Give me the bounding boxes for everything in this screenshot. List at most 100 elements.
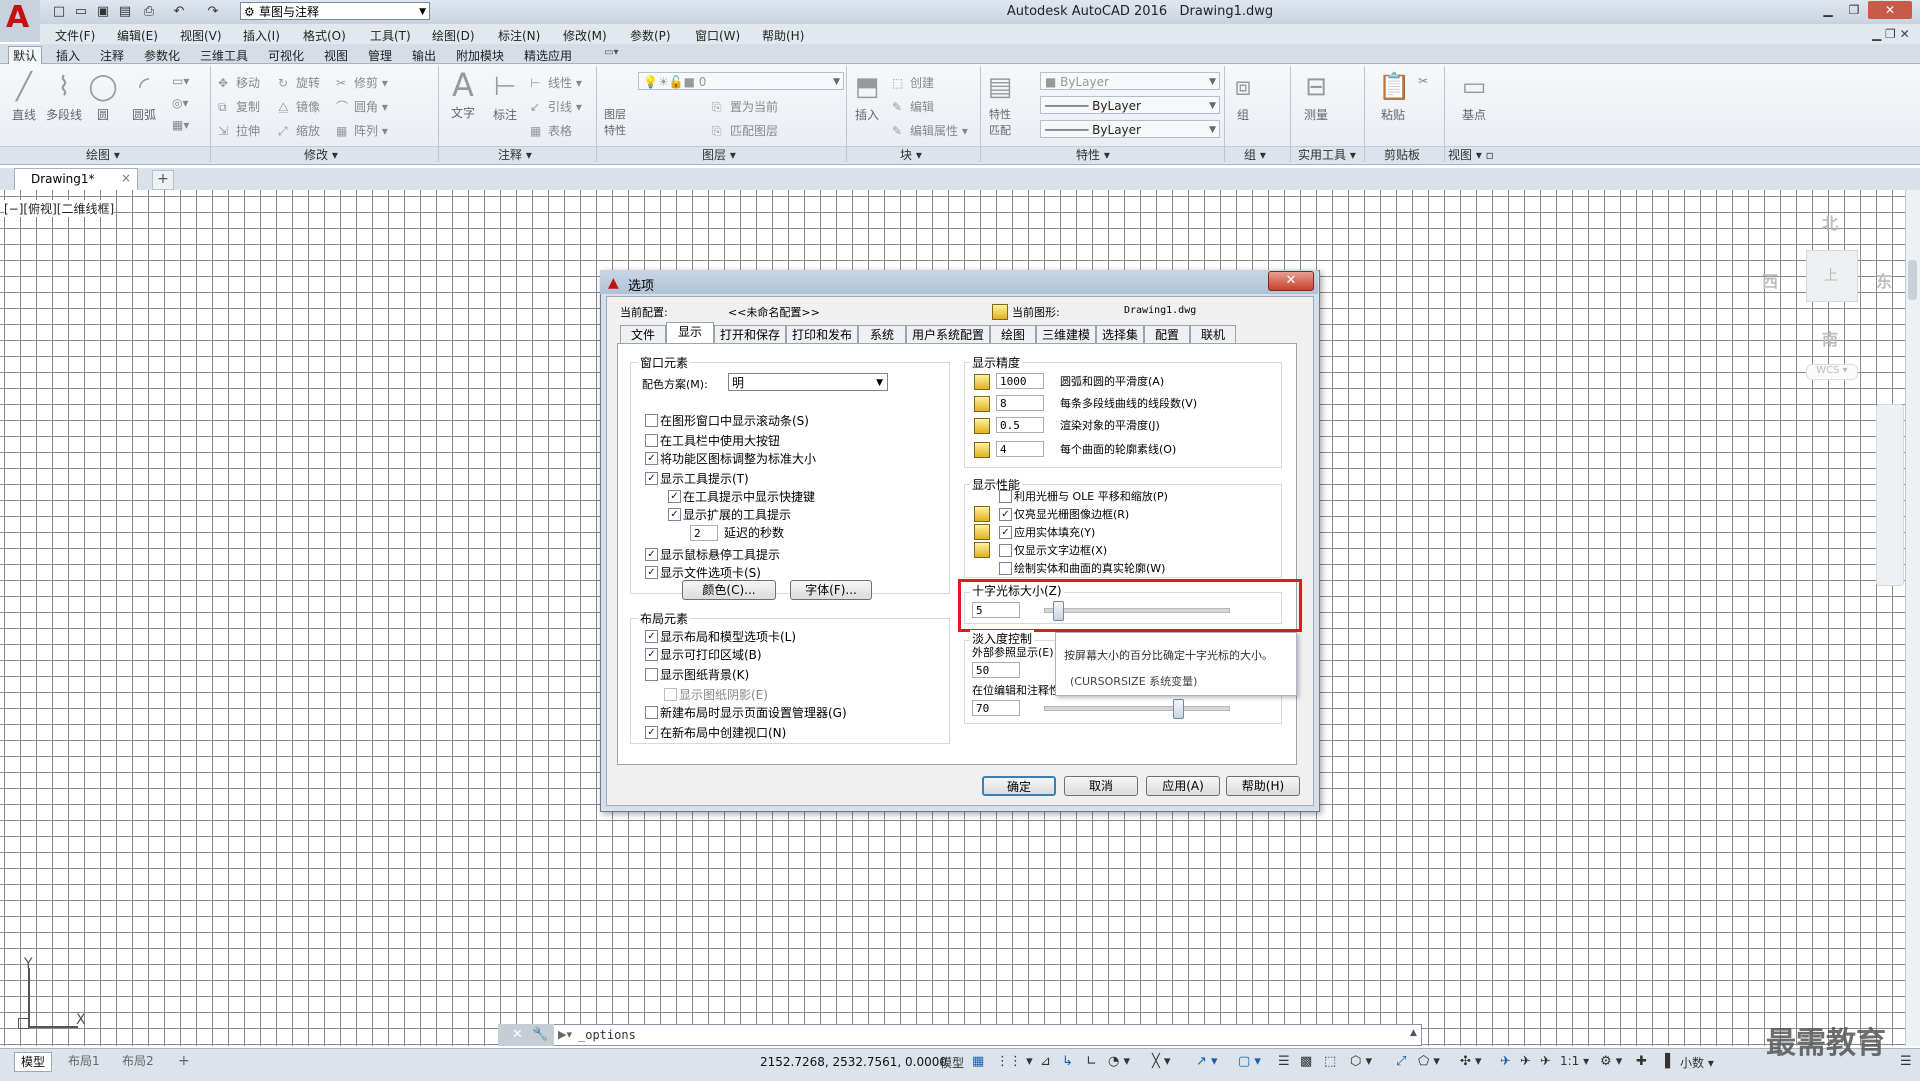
inplace-slider-thumb[interactable] [1172, 699, 1184, 719]
checkbox-show-scrollbars[interactable] [645, 414, 658, 427]
table-button[interactable]: ▦ 表格 [530, 122, 572, 139]
tab-open-save[interactable]: 打开和保存 [714, 325, 786, 343]
checkbox-create-viewport[interactable]: ✓ [645, 726, 658, 739]
save-icon[interactable]: ▣ [94, 3, 112, 20]
close-icon[interactable]: ✕ [512, 1027, 523, 1042]
block-panel-title[interactable]: 块 ▾ [900, 148, 922, 162]
inplace-edit-input[interactable]: 70 [972, 700, 1020, 716]
xref-display-input[interactable]: 50 [972, 662, 1020, 678]
contour-lines-input[interactable]: 4 [996, 441, 1044, 457]
document-tab[interactable]: Drawing1* × [14, 168, 138, 190]
view-panel-title[interactable]: 视图 ▾ ▫ [1448, 148, 1494, 162]
model-space-toggle[interactable]: 模型 [940, 1054, 964, 1071]
annotation-panel-title[interactable]: 注释 ▾ [498, 148, 532, 162]
auto-scale-icon[interactable]: ✈ [1520, 1054, 1531, 1069]
checkbox-large-buttons[interactable] [645, 434, 658, 447]
infer-constraints-icon[interactable]: ⊿ [1040, 1054, 1051, 1069]
annotation-scale-icon[interactable]: ✈ [1540, 1054, 1551, 1069]
checkbox-paper-background[interactable] [645, 668, 658, 681]
tab-layout2[interactable]: 布局2 [116, 1052, 160, 1070]
redo-icon[interactable]: ↷ [204, 3, 222, 20]
object-snap-tracking-icon[interactable]: ↗ ▾ [1196, 1054, 1218, 1069]
leader-button[interactable]: ↙ 引线 ▾ [530, 98, 582, 115]
command-line[interactable] [498, 1024, 1422, 1046]
viewcube-east[interactable]: 东 [1876, 268, 1892, 292]
ribbon-minimize-icon[interactable]: ▭▾ [600, 47, 622, 58]
object-snap-icon[interactable]: ▢ ▾ [1238, 1054, 1261, 1069]
tab-selection[interactable]: 选择集 [1096, 325, 1144, 343]
undo-icon[interactable]: ↶ [170, 3, 188, 20]
snap-icon[interactable]: ⋮⋮ ▾ [996, 1054, 1033, 1069]
menu-modify[interactable]: 修改(M) [563, 27, 607, 44]
color-scheme-dropdown[interactable]: 明 ▼ [728, 373, 888, 391]
clipboard-panel-title[interactable]: 剪贴板 [1384, 148, 1420, 162]
checkbox-page-setup-manager[interactable] [645, 706, 658, 719]
tab-manage[interactable]: 管理 [364, 47, 396, 64]
viewcube[interactable]: 上 [1806, 250, 1858, 302]
move-button[interactable]: ✥ 移动 [218, 74, 260, 91]
measure-button[interactable]: ⊟ 测量 [1298, 72, 1334, 123]
tab-display[interactable]: 显示 [666, 322, 714, 344]
text-button[interactable]: A 文字 [446, 69, 480, 121]
3d-object-snap-icon[interactable]: ⬡ ▾ [1350, 1054, 1372, 1069]
viewcube-west[interactable]: 西 [1762, 268, 1778, 292]
circle-button[interactable]: ◯ 圆 [88, 72, 118, 123]
checkbox-true-silhouettes[interactable] [999, 562, 1012, 575]
polar-icon[interactable]: ◔ ▾ [1108, 1054, 1130, 1069]
doc-window-controls[interactable]: ▁ ❐ ✕ [1872, 27, 1910, 41]
tab-system[interactable]: 系统 [858, 325, 906, 343]
checkbox-printable-area[interactable]: ✓ [645, 648, 658, 661]
workspace-dropdown[interactable]: ⚙ 草图与注释 ▼ [240, 2, 430, 20]
layer-properties-button[interactable]: 图层特性 [600, 106, 630, 138]
dynamic-input-icon[interactable]: ↳ [1062, 1054, 1073, 1069]
tab-visualize[interactable]: 可视化 [264, 47, 308, 64]
cut-icon[interactable]: ✂ [1418, 74, 1428, 88]
command-prompt-icon[interactable]: ▶▾ [558, 1028, 572, 1041]
viewcube-north[interactable]: 北 [1822, 210, 1838, 234]
menu-window[interactable]: 窗口(W) [695, 27, 740, 44]
tab-model[interactable]: 模型 [14, 1052, 53, 1072]
menu-view[interactable]: 视图(V) [180, 27, 222, 44]
checkbox-text-boundary[interactable] [999, 544, 1012, 557]
dimension-button[interactable]: ⊢ 标注 [488, 72, 522, 123]
polyline-button[interactable]: ⌇ 多段线 [44, 72, 84, 123]
edit-block-button[interactable]: ✎ 编辑 [892, 98, 934, 115]
selection-cycling-icon[interactable]: ⬚ [1324, 1054, 1336, 1069]
menu-help[interactable]: 帮助(H) [762, 27, 804, 44]
selection-filter-icon[interactable]: ⬠ ▾ [1418, 1054, 1440, 1069]
application-menu-button[interactable]: A [0, 0, 40, 42]
viewcube-south[interactable]: 南 [1822, 326, 1838, 350]
vertical-scrollbar[interactable] [1905, 190, 1920, 1046]
checkbox-layout-model-tabs[interactable]: ✓ [645, 630, 658, 643]
dialog-close-button[interactable]: ✕ [1268, 271, 1314, 291]
lineweight-dropdown[interactable]: ────── ByLayer ▼ [1040, 120, 1220, 138]
tab-layout1[interactable]: 布局1 [62, 1052, 106, 1070]
annotation-visibility-icon[interactable]: ✈ [1500, 1054, 1511, 1069]
rotate-button[interactable]: ↻ 旋转 [278, 74, 320, 91]
stretch-button[interactable]: ⇲ 拉伸 [218, 122, 260, 139]
tab-insert[interactable]: 插入 [52, 47, 84, 64]
checkbox-highlight-raster-frame[interactable]: ✓ [999, 508, 1012, 521]
print-icon[interactable]: ⎙ [140, 3, 158, 20]
wcs-menu[interactable]: WCS ▾ [1806, 364, 1858, 380]
tab-plot-publish[interactable]: 打印和发布 [786, 325, 858, 343]
coordinates-readout[interactable]: 2152.7268, 2532.7561, 0.0000 [760, 1055, 947, 1069]
base-view-button[interactable]: ▭ 基点 [1456, 72, 1492, 123]
dialog-title-bar[interactable] [600, 270, 1318, 294]
set-current-button[interactable]: ⎘ 置为当前 [712, 98, 778, 115]
polyline-segments-input[interactable]: 8 [996, 395, 1044, 411]
save-as-icon[interactable]: ▤ [116, 3, 134, 20]
new-tab-button[interactable]: + [152, 170, 174, 190]
menu-edit[interactable]: 编辑(E) [117, 27, 158, 44]
edit-attribute-button[interactable]: ✎ 编辑属性 ▾ [892, 122, 968, 139]
checkbox-raster-ole-pan[interactable] [999, 490, 1012, 503]
units-dropdown[interactable]: 小数 ▾ [1680, 1054, 1714, 1071]
checkbox-tooltip-shortcuts[interactable]: ✓ [668, 490, 681, 503]
add-layout-button[interactable]: + [172, 1052, 196, 1070]
ok-button[interactable]: 确定 [982, 776, 1056, 796]
tooltip-delay-input[interactable]: 2 [690, 525, 718, 541]
paste-button[interactable]: 📋 粘贴 [1376, 72, 1410, 123]
dynamic-ucs-icon[interactable]: ⤢ [1396, 1054, 1406, 1069]
modify-panel-title[interactable]: 修改 ▾ [304, 148, 338, 162]
menu-format[interactable]: 格式(O) [303, 27, 346, 44]
